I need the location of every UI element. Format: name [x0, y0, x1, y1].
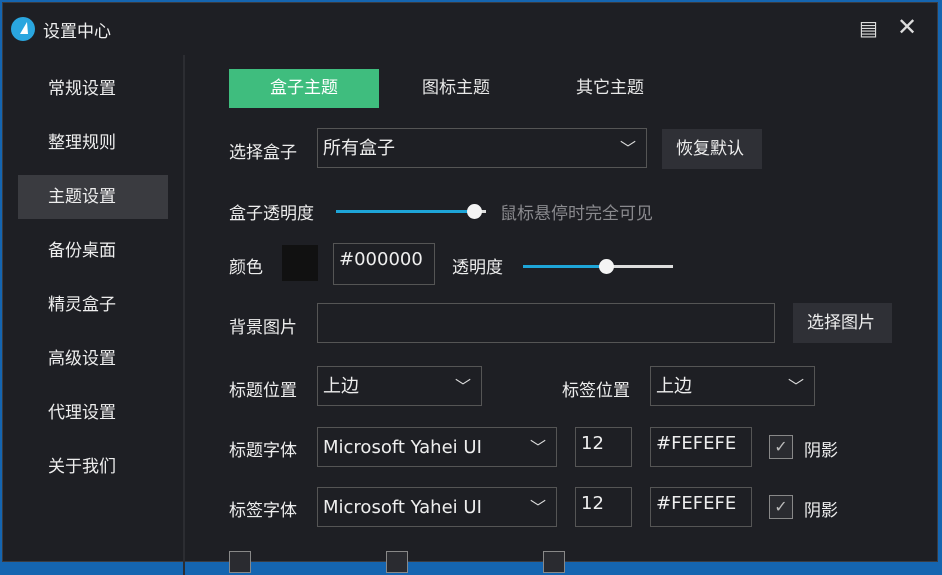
- title-font-size-input[interactable]: 12: [575, 427, 632, 467]
- close-icon[interactable]: ✕: [897, 13, 917, 41]
- title-font-dropdown[interactable]: Microsoft Yahei UI ﹀: [317, 427, 557, 467]
- bg-image-input[interactable]: [317, 303, 775, 343]
- tag-shadow-label: 阴影: [804, 501, 838, 521]
- hover-visible-label[interactable]: 鼠标悬停时完全可见: [500, 199, 653, 224]
- chevron-down-icon: ﹀: [529, 438, 546, 457]
- sidebar-item-sprite-box[interactable]: 精灵盒子: [18, 283, 168, 327]
- settings-window: 设置中心 ▤ ✕ 常规设置 整理规则 主题设置 备份桌面 精灵盒子 高级设置 代…: [2, 2, 938, 575]
- app-logo-icon: [11, 17, 35, 41]
- chevron-down-icon: ﹀: [454, 377, 471, 396]
- sidebar-item-general[interactable]: 常规设置: [18, 67, 168, 111]
- sidebar-divider: [183, 55, 185, 575]
- select-box-label: 选择盒子: [229, 143, 297, 163]
- title-position-label: 标题位置: [229, 381, 297, 401]
- title-shadow-checkbox[interactable]: ✓: [769, 435, 793, 459]
- opacity-slider[interactable]: [523, 259, 673, 274]
- checkbox[interactable]: [543, 551, 565, 573]
- window-title: 设置中心: [43, 22, 111, 42]
- tag-shadow-checkbox[interactable]: ✓: [769, 495, 793, 519]
- sidebar-item-proxy[interactable]: 代理设置: [18, 391, 168, 435]
- tag-font-label: 标签字体: [229, 501, 297, 521]
- box-opacity-slider[interactable]: [336, 204, 486, 219]
- tag-font-dropdown[interactable]: Microsoft Yahei UI ﹀: [317, 487, 557, 527]
- title-font-color-input[interactable]: #FEFEFE: [650, 427, 752, 467]
- checkbox[interactable]: [386, 551, 408, 573]
- checkbox[interactable]: [229, 551, 251, 573]
- tag-font-value: Microsoft Yahei UI: [323, 497, 482, 518]
- tag-font-size-input[interactable]: 12: [575, 487, 632, 527]
- color-swatch[interactable]: [282, 245, 318, 281]
- message-icon[interactable]: ▤: [859, 16, 878, 40]
- sidebar-item-advanced[interactable]: 高级设置: [18, 337, 168, 381]
- slider-handle[interactable]: [467, 204, 482, 219]
- title-font-value: Microsoft Yahei UI: [323, 437, 482, 458]
- title-font-label: 标题字体: [229, 441, 297, 461]
- title-position-dropdown[interactable]: 上边 ﹀: [317, 366, 482, 406]
- select-box-dropdown[interactable]: 所有盒子 ﹀: [317, 128, 647, 168]
- sidebar-item-about[interactable]: 关于我们: [18, 445, 168, 489]
- tag-position-dropdown[interactable]: 上边 ﹀: [650, 366, 815, 406]
- color-label: 颜色: [229, 258, 263, 278]
- color-hex-input[interactable]: #000000: [333, 243, 435, 285]
- title-position-value: 上边: [323, 376, 359, 397]
- opacity-label: 透明度: [452, 258, 503, 278]
- restore-default-button[interactable]: 恢复默认: [662, 129, 762, 169]
- chevron-down-icon: ﹀: [787, 377, 804, 396]
- tag-position-value: 上边: [656, 376, 692, 397]
- tab-other-theme[interactable]: 其它主题: [535, 69, 685, 108]
- slider-handle[interactable]: [599, 259, 614, 274]
- choose-image-button[interactable]: 选择图片: [793, 303, 892, 343]
- select-box-value: 所有盒子: [323, 138, 395, 159]
- sidebar-item-rules[interactable]: 整理规则: [18, 121, 168, 165]
- chevron-down-icon: ﹀: [529, 498, 546, 517]
- box-opacity-label: 盒子透明度: [229, 204, 314, 224]
- tab-box-theme[interactable]: 盒子主题: [229, 69, 379, 108]
- tag-position-label: 标签位置: [562, 381, 630, 401]
- chevron-down-icon: ﹀: [619, 139, 636, 158]
- bg-image-label: 背景图片: [229, 318, 297, 338]
- title-shadow-label: 阴影: [804, 441, 838, 461]
- tag-font-color-input[interactable]: #FEFEFE: [650, 487, 752, 527]
- tab-icon-theme[interactable]: 图标主题: [381, 69, 531, 108]
- sidebar-item-theme[interactable]: 主题设置: [18, 175, 168, 219]
- sidebar-item-backup[interactable]: 备份桌面: [18, 229, 168, 273]
